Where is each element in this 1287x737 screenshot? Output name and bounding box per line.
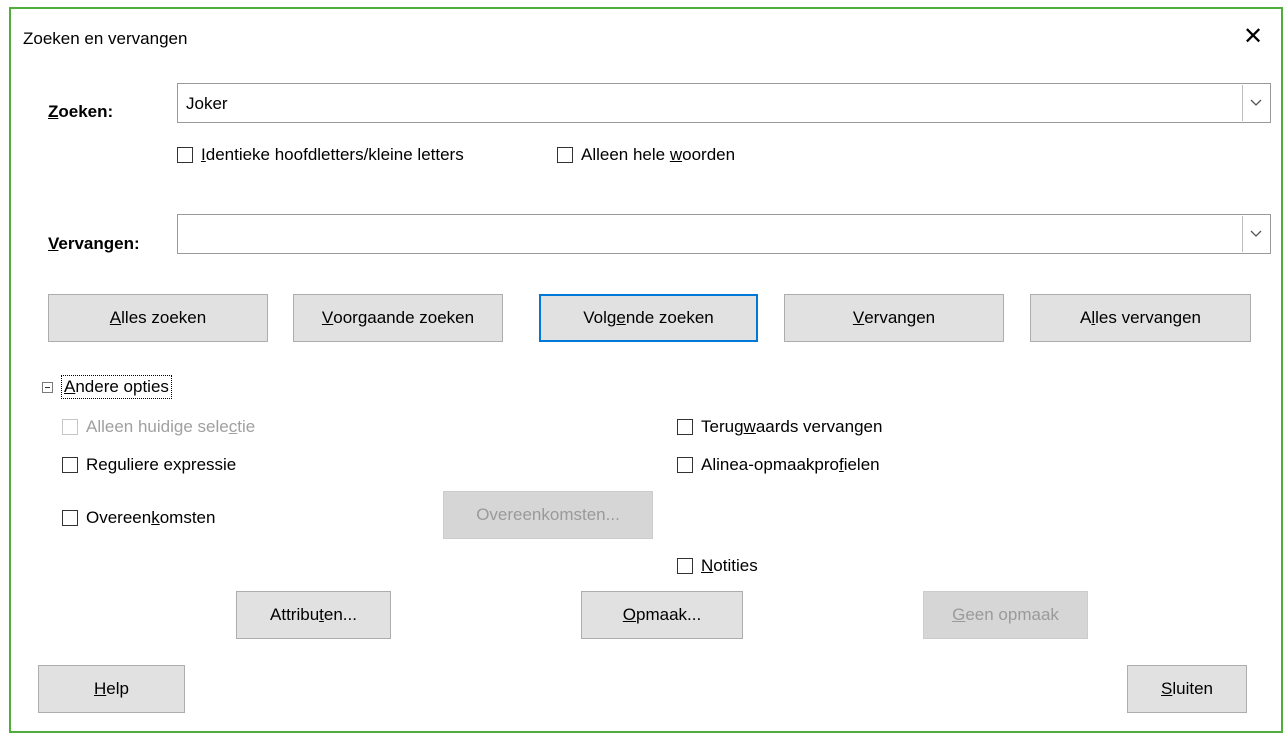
regex-checkbox[interactable]: Reguliere expressie [62,455,236,475]
checkbox-box[interactable] [557,147,573,163]
help-button[interactable]: Help [38,665,185,713]
format-button[interactable]: Opmaak... [581,591,743,639]
current-selection-label: Alleen huidige selectie [86,417,256,436]
window-title: Zoeken en vervangen [23,29,188,48]
replace-all-button[interactable]: Al les vervangen [1030,294,1251,342]
search-combobox[interactable]: Joker [177,83,1271,123]
similarity-label: Overeenkomsten [86,508,216,527]
regex-label: Reguliere expressie [86,455,237,474]
paragraph-styles-label: Alinea-opmaakprofielen [701,455,880,474]
paragraph-styles-checkbox[interactable]: Alinea-opmaakprofielen [677,455,880,475]
match-case-label: Identieke hoofdletters/kleine letters [201,145,464,164]
checkbox-box[interactable] [177,147,193,163]
whole-words-checkbox[interactable]: Alleen hele woorden [557,145,735,165]
match-case-checkbox[interactable]: Identieke hoofdletters/kleine letters [177,145,464,165]
other-options-label[interactable]: Andere opties [61,375,172,399]
close-icon[interactable]: ✕ [1237,21,1269,53]
find-previous-button[interactable]: Voorgaande zoeken [293,294,503,342]
replace-label: Vervangen: [48,234,140,253]
search-label: Zoeken: [48,102,114,121]
checkbox-box[interactable] [677,419,693,435]
chevron-down-icon[interactable] [1242,216,1269,252]
similarity-checkbox[interactable]: Overeenkomsten [62,508,215,528]
comments-checkbox[interactable]: Notities [677,556,758,576]
chevron-down-icon[interactable] [1242,85,1269,121]
no-format-button: Geen opmaak [923,591,1088,639]
find-all-button[interactable]: Alles zoeken [48,294,268,342]
find-next-button[interactable]: Volg e nde zoeken [539,294,758,342]
checkbox-box[interactable] [677,457,693,473]
current-selection-checkbox: Alleen huidige selectie [62,417,255,437]
replace-button[interactable]: Vervangen [784,294,1004,342]
minus-box-icon[interactable] [42,381,53,393]
whole-words-label: Alleen hele woorden [581,145,736,164]
similarity-settings-button: Overeenkomsten... [443,491,653,539]
checkbox-box[interactable] [677,558,693,574]
checkbox-box[interactable] [62,457,78,473]
replace-combobox[interactable] [177,214,1271,254]
backwards-checkbox[interactable]: Terugwaards vervangen [677,417,882,437]
other-options-expander[interactable]: Andere opties [42,375,172,399]
attributes-button[interactable]: Attribu t en... [236,591,391,639]
comments-label: Notities [701,556,758,575]
search-input[interactable]: Joker [186,94,228,114]
checkbox-box [62,419,78,435]
title-bar: Zoeken en vervangen ✕ [11,9,1281,69]
checkbox-box[interactable] [62,510,78,526]
find-replace-dialog: Zoeken en vervangen ✕ Zoeken: Joker Iden… [9,7,1283,733]
backwards-label: Terugwaards vervangen [701,417,883,436]
close-button[interactable]: Sluiten [1127,665,1247,713]
